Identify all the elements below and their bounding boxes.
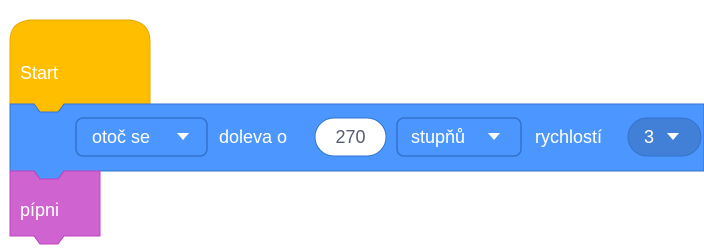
speed-dropdown-box — [627, 117, 702, 157]
unit-dropdown-value: stupňů — [411, 127, 465, 147]
speed-dropdown-value: 3 — [644, 127, 654, 147]
direction-dropdown-value: otoč se — [92, 127, 150, 147]
direction-dropdown[interactable]: otoč se — [75, 117, 208, 157]
beep-block-label: pípni — [20, 200, 59, 220]
turn-text-direction: doleva o — [219, 127, 287, 147]
turn-text-speed: rychlostí — [535, 127, 602, 147]
start-block-label: Start — [20, 63, 58, 83]
speed-dropdown[interactable]: 3 — [627, 117, 702, 157]
angle-input[interactable]: 270 — [314, 117, 387, 157]
angle-input-value: 270 — [335, 127, 365, 147]
unit-dropdown[interactable]: stupňů — [396, 117, 522, 157]
beep-block[interactable]: pípni — [9, 170, 101, 245]
start-block[interactable]: Start — [9, 19, 151, 113]
turn-block[interactable]: otoč se doleva o 270 stupňů rychlostí 3 — [9, 103, 704, 180]
block-canvas: Start otoč se doleva o 270 stupňů rychlo… — [0, 0, 704, 248]
